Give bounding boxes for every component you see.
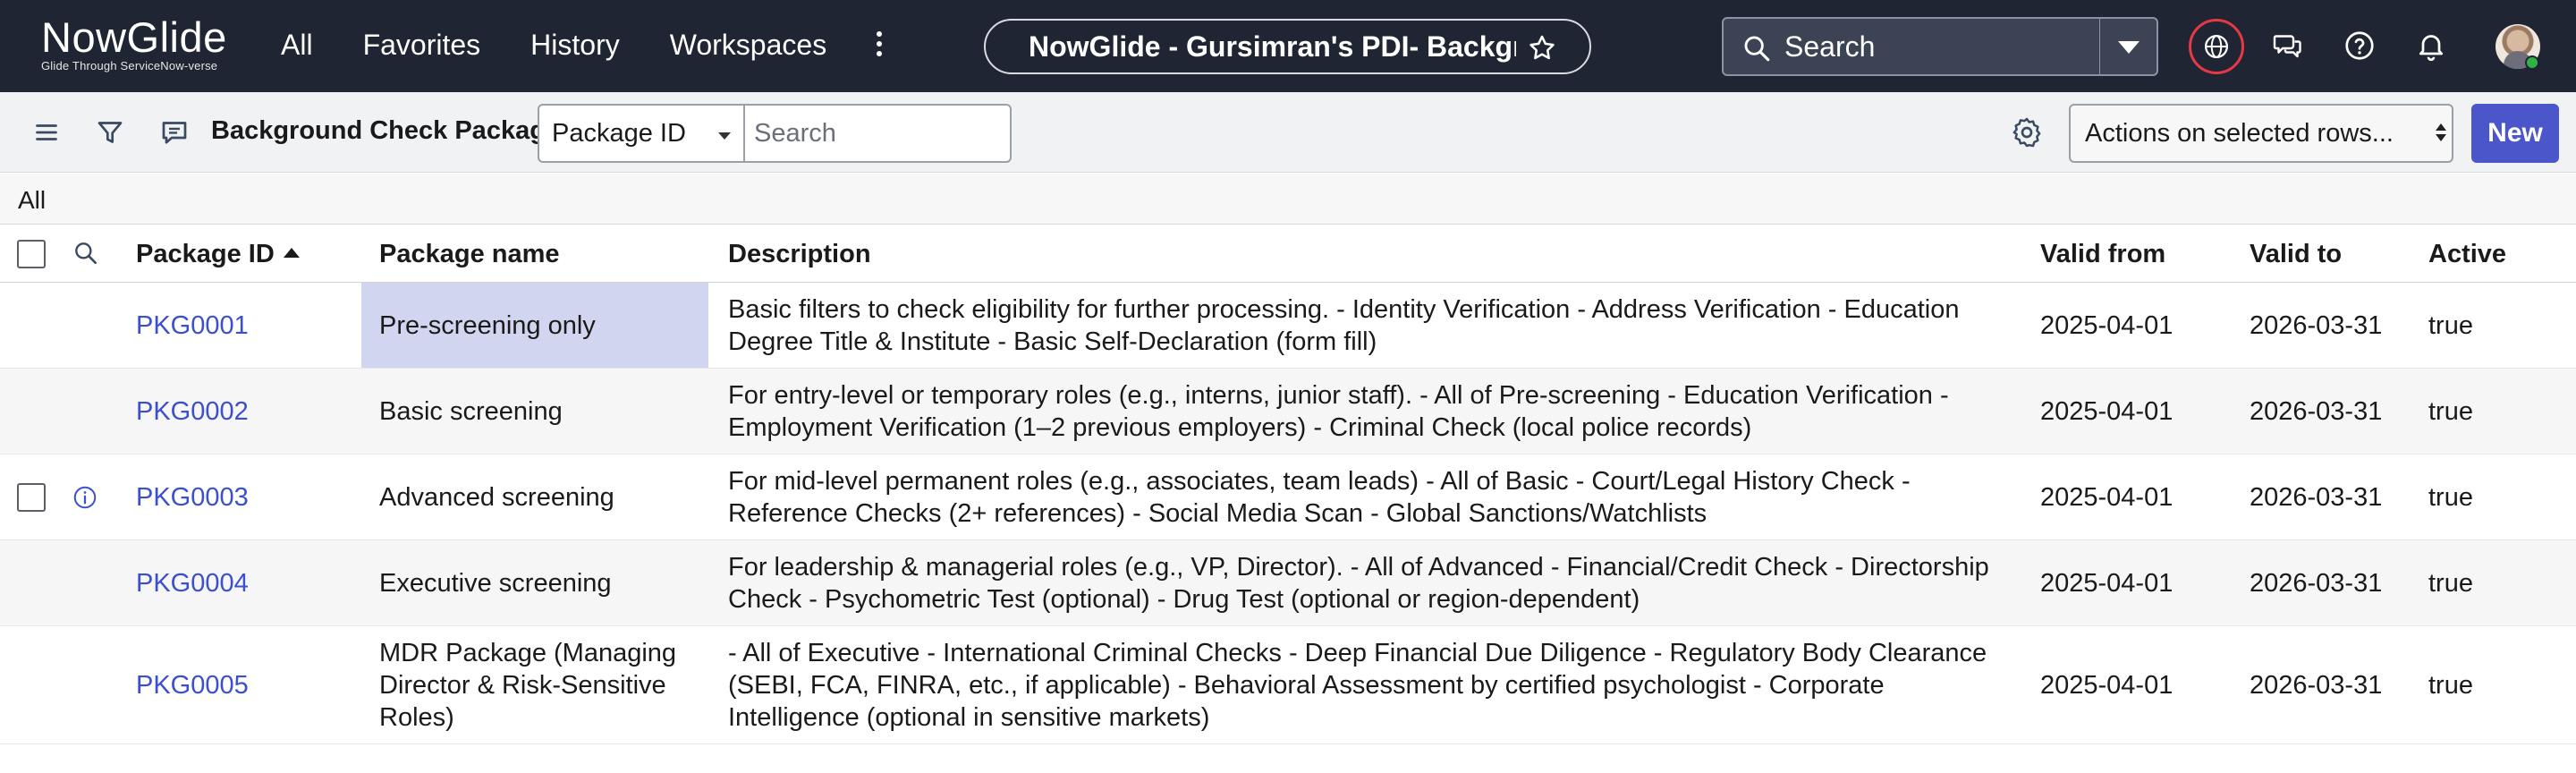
- search-field-select[interactable]: Package ID: [538, 104, 745, 163]
- active: true: [2428, 311, 2473, 340]
- table-row[interactable]: PKG0005 MDR Package (Managing Director &…: [0, 626, 2576, 744]
- valid-from: 2025-04-01: [2040, 397, 2174, 426]
- active: true: [2428, 397, 2473, 426]
- active: true: [2428, 483, 2473, 512]
- globe-icon: [2205, 35, 2228, 58]
- package-name[interactable]: Basic screening: [361, 395, 710, 428]
- search-icon[interactable]: [72, 239, 100, 268]
- chevron-down-icon: [2118, 41, 2140, 54]
- search-scope-dropdown[interactable]: [2099, 17, 2158, 76]
- valid-to: 2026-03-31: [2250, 569, 2383, 598]
- table-row[interactable]: PKG0004 Executive screening For leadersh…: [0, 540, 2576, 626]
- gear-icon[interactable]: [2009, 115, 2045, 150]
- valid-from: 2025-04-01: [2040, 569, 2174, 598]
- list-toolbar: Background Check Packages Package ID Act…: [0, 92, 2576, 173]
- chevron-down-icon: [718, 132, 731, 140]
- info-icon[interactable]: [72, 484, 98, 511]
- top-header: NowGlide Glide Through ServiceNow-verse …: [0, 0, 2576, 92]
- breadcrumb-all[interactable]: All: [18, 186, 46, 215]
- actions-select-value: Actions on selected rows...: [2085, 119, 2394, 148]
- help-icon[interactable]: [2343, 30, 2376, 62]
- select-all-checkbox[interactable]: [17, 240, 46, 268]
- package-id-link[interactable]: PKG0002: [136, 395, 249, 428]
- table-row[interactable]: PKG0002 Basic screening For entry-level …: [0, 369, 2576, 454]
- global-search[interactable]: Search: [1722, 17, 2140, 76]
- list-title: Background Check Packages: [211, 116, 575, 145]
- main-nav: All Favorites History Workspaces: [281, 27, 877, 63]
- column-header-package-name[interactable]: Package name: [379, 240, 560, 269]
- package-name[interactable]: MDR Package (Managing Director & Risk-Se…: [361, 637, 710, 734]
- search-field-value: Package ID: [552, 119, 686, 148]
- logo-wordmark: NowGlide: [41, 13, 227, 61]
- valid-to: 2026-03-31: [2250, 311, 2383, 340]
- valid-to: 2026-03-31: [2250, 483, 2383, 512]
- description: Basic filters to check eligibility for f…: [728, 295, 1960, 356]
- table-row[interactable]: PKG0001 Pre-screening only Basic filters…: [0, 283, 2576, 369]
- nav-workspaces[interactable]: Workspaces: [670, 27, 826, 63]
- nav-all[interactable]: All: [281, 27, 313, 63]
- globe-button[interactable]: [2189, 19, 2244, 74]
- package-id-link[interactable]: PKG0003: [136, 481, 249, 514]
- logo-tagline: Glide Through ServiceNow-verse: [41, 59, 218, 72]
- breadcrumb: All: [0, 174, 2576, 225]
- select-arrows-icon: [2436, 123, 2446, 141]
- column-header-valid-to[interactable]: Valid to: [2250, 240, 2342, 269]
- column-header-package-id[interactable]: Package ID: [136, 240, 300, 269]
- package-name[interactable]: Pre-screening only: [361, 310, 710, 342]
- menu-icon[interactable]: [30, 116, 63, 149]
- chat-icon[interactable]: [2272, 30, 2304, 62]
- valid-to: 2026-03-31: [2250, 397, 2383, 426]
- active: true: [2428, 671, 2473, 700]
- bell-icon[interactable]: [2415, 30, 2447, 62]
- search-label: Search: [1784, 30, 1876, 63]
- list-search-input[interactable]: [743, 104, 1012, 163]
- package-name[interactable]: Executive screening: [361, 567, 710, 599]
- row-checkbox[interactable]: [17, 483, 46, 512]
- more-menu-icon[interactable]: [870, 27, 888, 63]
- sort-ascending-icon: [283, 247, 300, 258]
- table-row[interactable]: PKG0003 Advanced screening For mid-level…: [0, 454, 2576, 540]
- actions-select[interactable]: Actions on selected rows...: [2069, 104, 2453, 163]
- description: - All of Executive - International Crimi…: [728, 639, 1987, 732]
- nav-history[interactable]: History: [530, 27, 620, 63]
- package-id-link[interactable]: PKG0001: [136, 310, 249, 342]
- star-icon[interactable]: [1527, 33, 1557, 64]
- search-icon: [1744, 36, 1770, 62]
- valid-from: 2025-04-01: [2040, 483, 2174, 512]
- table-header: Package ID Package name Description Vali…: [0, 225, 2576, 283]
- package-name[interactable]: Advanced screening: [361, 481, 710, 514]
- valid-from: 2025-04-01: [2040, 311, 2174, 340]
- column-header-active[interactable]: Active: [2428, 240, 2506, 269]
- context-title: NowGlide - Gursimran's PDI- Backgr...: [1029, 30, 1516, 63]
- valid-to: 2026-03-31: [2250, 671, 2383, 700]
- context-title-pill[interactable]: NowGlide - Gursimran's PDI- Backgr...: [984, 19, 1591, 74]
- valid-from: 2025-04-01: [2040, 671, 2174, 700]
- filter-icon[interactable]: [94, 116, 126, 149]
- column-header-description[interactable]: Description: [728, 240, 871, 269]
- presence-status-icon: [2525, 55, 2539, 70]
- package-id-link[interactable]: PKG0005: [136, 669, 249, 701]
- column-header-valid-from[interactable]: Valid from: [2040, 240, 2165, 269]
- description: For mid-level permanent roles (e.g., ass…: [728, 467, 1911, 528]
- logo[interactable]: NowGlide Glide Through ServiceNow-verse: [41, 13, 227, 73]
- new-button[interactable]: New: [2471, 104, 2559, 163]
- comment-icon[interactable]: [158, 116, 191, 149]
- package-id-link[interactable]: PKG0004: [136, 567, 249, 599]
- active: true: [2428, 569, 2473, 598]
- description: For entry-level or temporary roles (e.g.…: [728, 381, 1949, 442]
- description: For leadership & managerial roles (e.g.,…: [728, 553, 1989, 614]
- nav-favorites[interactable]: Favorites: [363, 27, 481, 63]
